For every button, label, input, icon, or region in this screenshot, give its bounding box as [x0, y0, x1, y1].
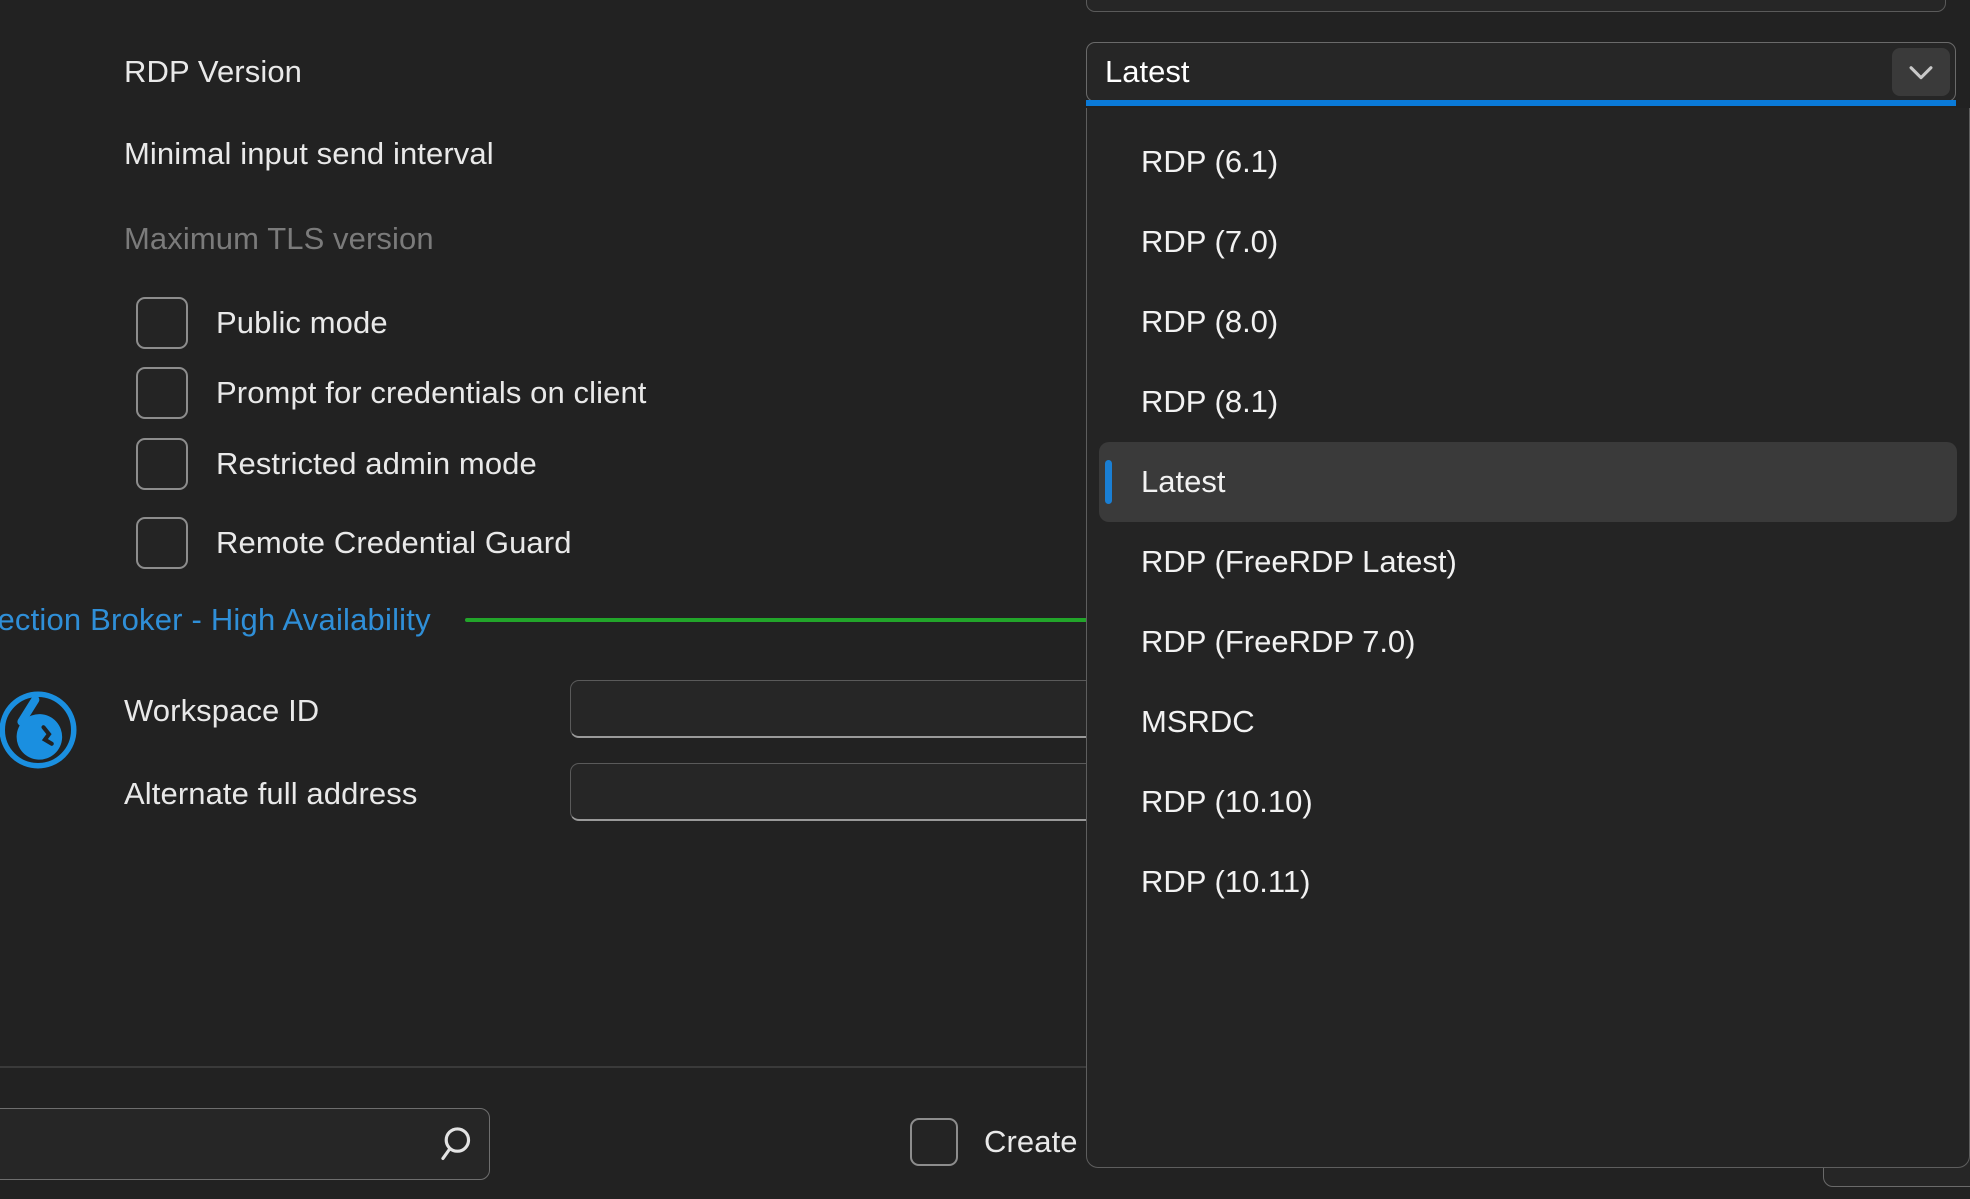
dropdown-option-rdp-8-1[interactable]: RDP (8.1) [1099, 362, 1957, 442]
search-icon[interactable] [431, 1123, 489, 1165]
field-label-alternate-full-address: Alternate full address [124, 776, 417, 812]
minimal-input-send-interval-input[interactable] [1086, 0, 1946, 12]
rdp-version-combobox[interactable]: Latest [1086, 42, 1956, 102]
dropdown-option-rdp-8-0[interactable]: RDP (8.0) [1099, 282, 1957, 362]
field-label-workspace-id: Workspace ID [124, 693, 319, 729]
dropdown-option-label: RDP (8.0) [1141, 304, 1278, 340]
dropdown-option-label: MSRDC [1141, 704, 1255, 740]
dropdown-option-msrdc[interactable]: MSRDC [1099, 682, 1957, 762]
section-title: nection Broker - High Availability [0, 602, 431, 638]
remote-credential-guard-label: Remote Credential Guard [216, 525, 572, 561]
search-property-box[interactable] [0, 1108, 490, 1180]
rdp-version-selected-value: Latest [1105, 54, 1892, 90]
dropdown-option-label: Latest [1141, 464, 1225, 500]
combobox-focus-underline [1086, 100, 1956, 106]
field-label-maximum-tls-version: Maximum TLS version [124, 221, 434, 257]
field-label-rdp-version: RDP Version [124, 54, 302, 90]
dropdown-option-rdp-freerdp-latest[interactable]: RDP (FreeRDP Latest) [1099, 522, 1957, 602]
remote-credential-guard-checkbox[interactable] [136, 517, 188, 569]
dropdown-option-rdp-6-1[interactable]: RDP (6.1) [1099, 122, 1957, 202]
checkbox-row-public-mode[interactable]: Public mode [136, 297, 388, 349]
checkbox-row-restricted-admin-mode[interactable]: Restricted admin mode [136, 438, 537, 490]
public-mode-label: Public mode [216, 305, 388, 341]
chevron-down-icon[interactable] [1892, 48, 1950, 96]
dropdown-option-label: RDP (FreeRDP Latest) [1141, 544, 1457, 580]
dropdown-option-rdp-10-11[interactable]: RDP (10.11) [1099, 842, 1957, 922]
prompt-for-credentials-label: Prompt for credentials on client [216, 375, 647, 411]
dropdown-option-rdp-freerdp-7-0[interactable]: RDP (FreeRDP 7.0) [1099, 602, 1957, 682]
dropdown-option-rdp-7-0[interactable]: RDP (7.0) [1099, 202, 1957, 282]
dropdown-option-rdp-10-10[interactable]: RDP (10.10) [1099, 762, 1957, 842]
dropdown-option-label: RDP (6.1) [1141, 144, 1278, 180]
prompt-for-credentials-checkbox[interactable] [136, 367, 188, 419]
public-mode-checkbox[interactable] [136, 297, 188, 349]
checkbox-row-prompt-for-credentials-on-client[interactable]: Prompt for credentials on client [136, 367, 647, 419]
dropdown-top-padding [1087, 108, 1969, 122]
field-label-minimal-input-send-interval: Minimal input send interval [124, 136, 494, 172]
globe-network-icon [0, 686, 82, 774]
checkbox-row-remote-credential-guard[interactable]: Remote Credential Guard [136, 517, 572, 569]
dropdown-option-label: RDP (10.10) [1141, 784, 1313, 820]
dropdown-option-label: RDP (10.11) [1141, 864, 1310, 900]
dropdown-option-label: RDP (FreeRDP 7.0) [1141, 624, 1416, 660]
rdp-version-dropdown-list[interactable]: RDP (6.1) RDP (7.0) RDP (8.0) RDP (8.1) … [1086, 108, 1970, 1168]
dialog-body: RDP Version Minimal input send interval … [0, 0, 1970, 1199]
search-input[interactable] [0, 1125, 431, 1163]
dropdown-option-latest[interactable]: Latest [1099, 442, 1957, 522]
restricted-admin-mode-checkbox[interactable] [136, 438, 188, 490]
dropdown-option-label: RDP (7.0) [1141, 224, 1278, 260]
dropdown-option-label: RDP (8.1) [1141, 384, 1278, 420]
create-another-checkbox[interactable] [910, 1118, 958, 1166]
restricted-admin-mode-label: Restricted admin mode [216, 446, 537, 482]
